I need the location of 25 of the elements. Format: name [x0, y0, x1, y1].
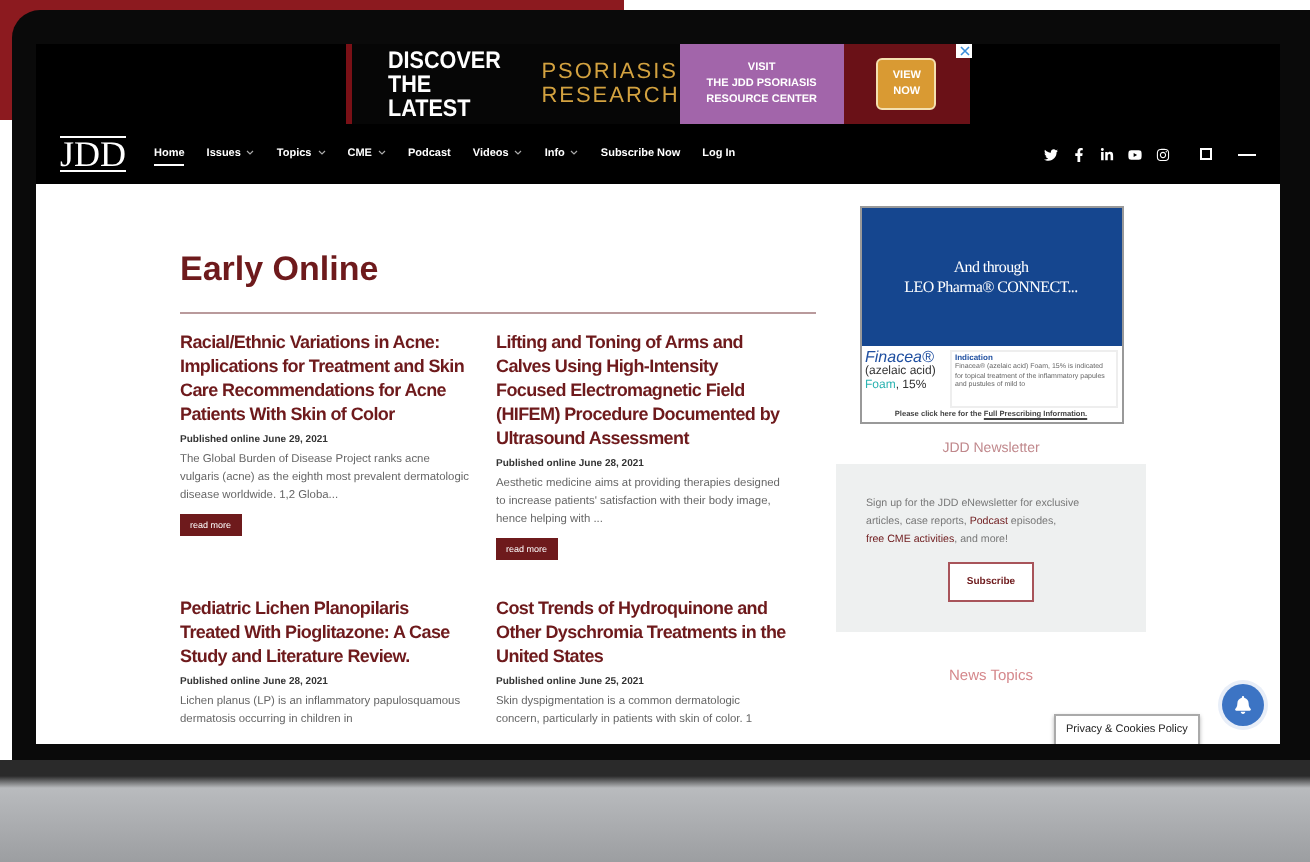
article-title[interactable]: Cost Trends of Hydroquinone and Other Dyschromia Treatments in the United States	[496, 596, 786, 668]
chevron-down-icon	[377, 150, 386, 156]
ad-topic: PSORIASIS RESEARCH	[541, 60, 680, 108]
chevron-down-icon	[317, 150, 326, 156]
article-title[interactable]: Lifting and Toning of Arms and Calves Using High-Intensity Focused Electromagnetic Field (HIFEM) Procedure Documented by Ultrasound Assessment	[496, 330, 786, 450]
chevron-down-icon	[514, 150, 523, 156]
twitter-icon[interactable]	[1044, 147, 1058, 161]
ad-headline: And through LEO Pharma® CONNECT...	[861, 208, 1121, 346]
square-icon[interactable]	[1200, 148, 1212, 160]
ad-headline: DISCOVER THE LATEST	[388, 48, 501, 120]
notification-button[interactable]	[1222, 684, 1264, 726]
close-icon[interactable]	[956, 44, 972, 58]
instagram-icon[interactable]	[1156, 147, 1170, 161]
article-title[interactable]: Racial/Ethnic Variations in Acne: Implications for Treatment and Skin Care Recommendations for Acne Patients With Skin of Color	[180, 330, 470, 426]
section-title: Early Online	[180, 250, 381, 290]
sidebar-ad[interactable]	[859, 206, 1123, 424]
chevron-down-icon	[570, 150, 579, 156]
bell-icon	[1234, 696, 1252, 714]
chevron-down-icon	[246, 150, 255, 156]
linkedin-icon[interactable]	[1100, 147, 1114, 161]
brand-name: Finacea®	[865, 350, 934, 366]
site-logo[interactable]: JDD	[60, 136, 127, 172]
article-title[interactable]: Pediatric Lichen Planopilaris Treated With Pioglitazone: A Case Study and Literature Review.	[180, 596, 470, 668]
youtube-icon[interactable]	[1128, 147, 1142, 161]
facebook-icon[interactable]	[1072, 147, 1086, 161]
